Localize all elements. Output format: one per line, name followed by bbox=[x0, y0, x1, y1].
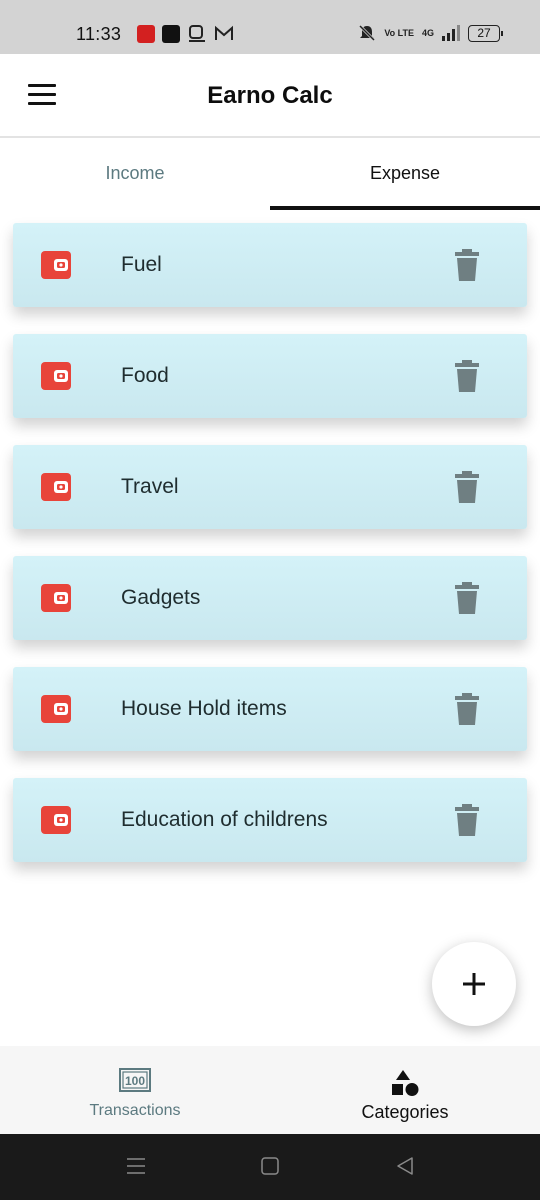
nav-label: Categories bbox=[361, 1102, 449, 1122]
battery-indicator: 27 bbox=[468, 24, 503, 42]
trash-icon[interactable] bbox=[454, 582, 480, 614]
category-label: Fuel bbox=[121, 253, 162, 276]
category-card[interactable]: Education of childrens bbox=[13, 778, 527, 862]
add-category-button[interactable] bbox=[432, 942, 516, 1026]
category-card[interactable]: Fuel bbox=[13, 223, 527, 307]
trash-icon[interactable] bbox=[454, 360, 480, 392]
app-title: Earno Calc bbox=[207, 82, 333, 109]
money-icon: 100 bbox=[119, 1068, 151, 1092]
wallet-icon bbox=[41, 806, 71, 834]
category-label: Food bbox=[121, 364, 169, 387]
shapes-icon bbox=[392, 1070, 419, 1096]
trash-icon[interactable] bbox=[454, 471, 480, 503]
category-card[interactable]: House Hold items bbox=[13, 667, 527, 751]
category-label: Travel bbox=[121, 475, 179, 498]
category-label: Gadgets bbox=[121, 586, 201, 609]
category-list: Fuel Food Travel Gadgets House Hold item… bbox=[13, 223, 527, 889]
tab-bar: Income Expense bbox=[0, 140, 540, 210]
mute-bell-icon bbox=[359, 24, 376, 42]
trash-icon[interactable] bbox=[454, 693, 480, 725]
svg-text:100: 100 bbox=[125, 1074, 145, 1088]
wallet-icon bbox=[41, 584, 71, 612]
plus-icon bbox=[463, 973, 485, 995]
category-label: House Hold items bbox=[121, 697, 287, 720]
app-notification-icon bbox=[137, 25, 155, 43]
bottom-navigation: 100 Transactions Categories bbox=[0, 1046, 540, 1134]
category-card[interactable]: Gadgets bbox=[13, 556, 527, 640]
nav-transactions[interactable]: 100 Transactions bbox=[0, 1046, 270, 1134]
tab-expense[interactable]: Expense bbox=[270, 140, 540, 210]
signal-icon bbox=[442, 25, 460, 41]
train-icon bbox=[187, 25, 205, 43]
wallet-icon bbox=[41, 695, 71, 723]
status-bar: 11:33 Vo LTE 4G 27 bbox=[0, 0, 540, 54]
wallet-icon bbox=[41, 473, 71, 501]
wallet-icon bbox=[41, 362, 71, 390]
home-icon[interactable] bbox=[260, 1156, 280, 1176]
app-notification-icon bbox=[162, 25, 180, 43]
category-label: Education of childrens bbox=[121, 808, 328, 831]
trash-icon[interactable] bbox=[454, 249, 480, 281]
nav-categories[interactable]: Categories bbox=[270, 1046, 540, 1134]
tab-income[interactable]: Income bbox=[0, 140, 270, 210]
recent-apps-icon[interactable] bbox=[126, 1156, 146, 1176]
nav-label: Transactions bbox=[89, 1102, 181, 1119]
wallet-icon bbox=[41, 251, 71, 279]
app-bar: Earno Calc bbox=[0, 54, 540, 138]
volte-indicator: Vo LTE bbox=[384, 27, 414, 38]
category-card[interactable]: Travel bbox=[13, 445, 527, 529]
system-navigation-bar bbox=[0, 1134, 540, 1200]
status-time: 11:33 bbox=[76, 24, 122, 44]
trash-icon[interactable] bbox=[454, 804, 480, 836]
category-card[interactable]: Food bbox=[13, 334, 527, 418]
network-type: 4G bbox=[421, 27, 434, 38]
gmail-icon bbox=[214, 25, 233, 43]
back-icon[interactable] bbox=[395, 1156, 415, 1176]
